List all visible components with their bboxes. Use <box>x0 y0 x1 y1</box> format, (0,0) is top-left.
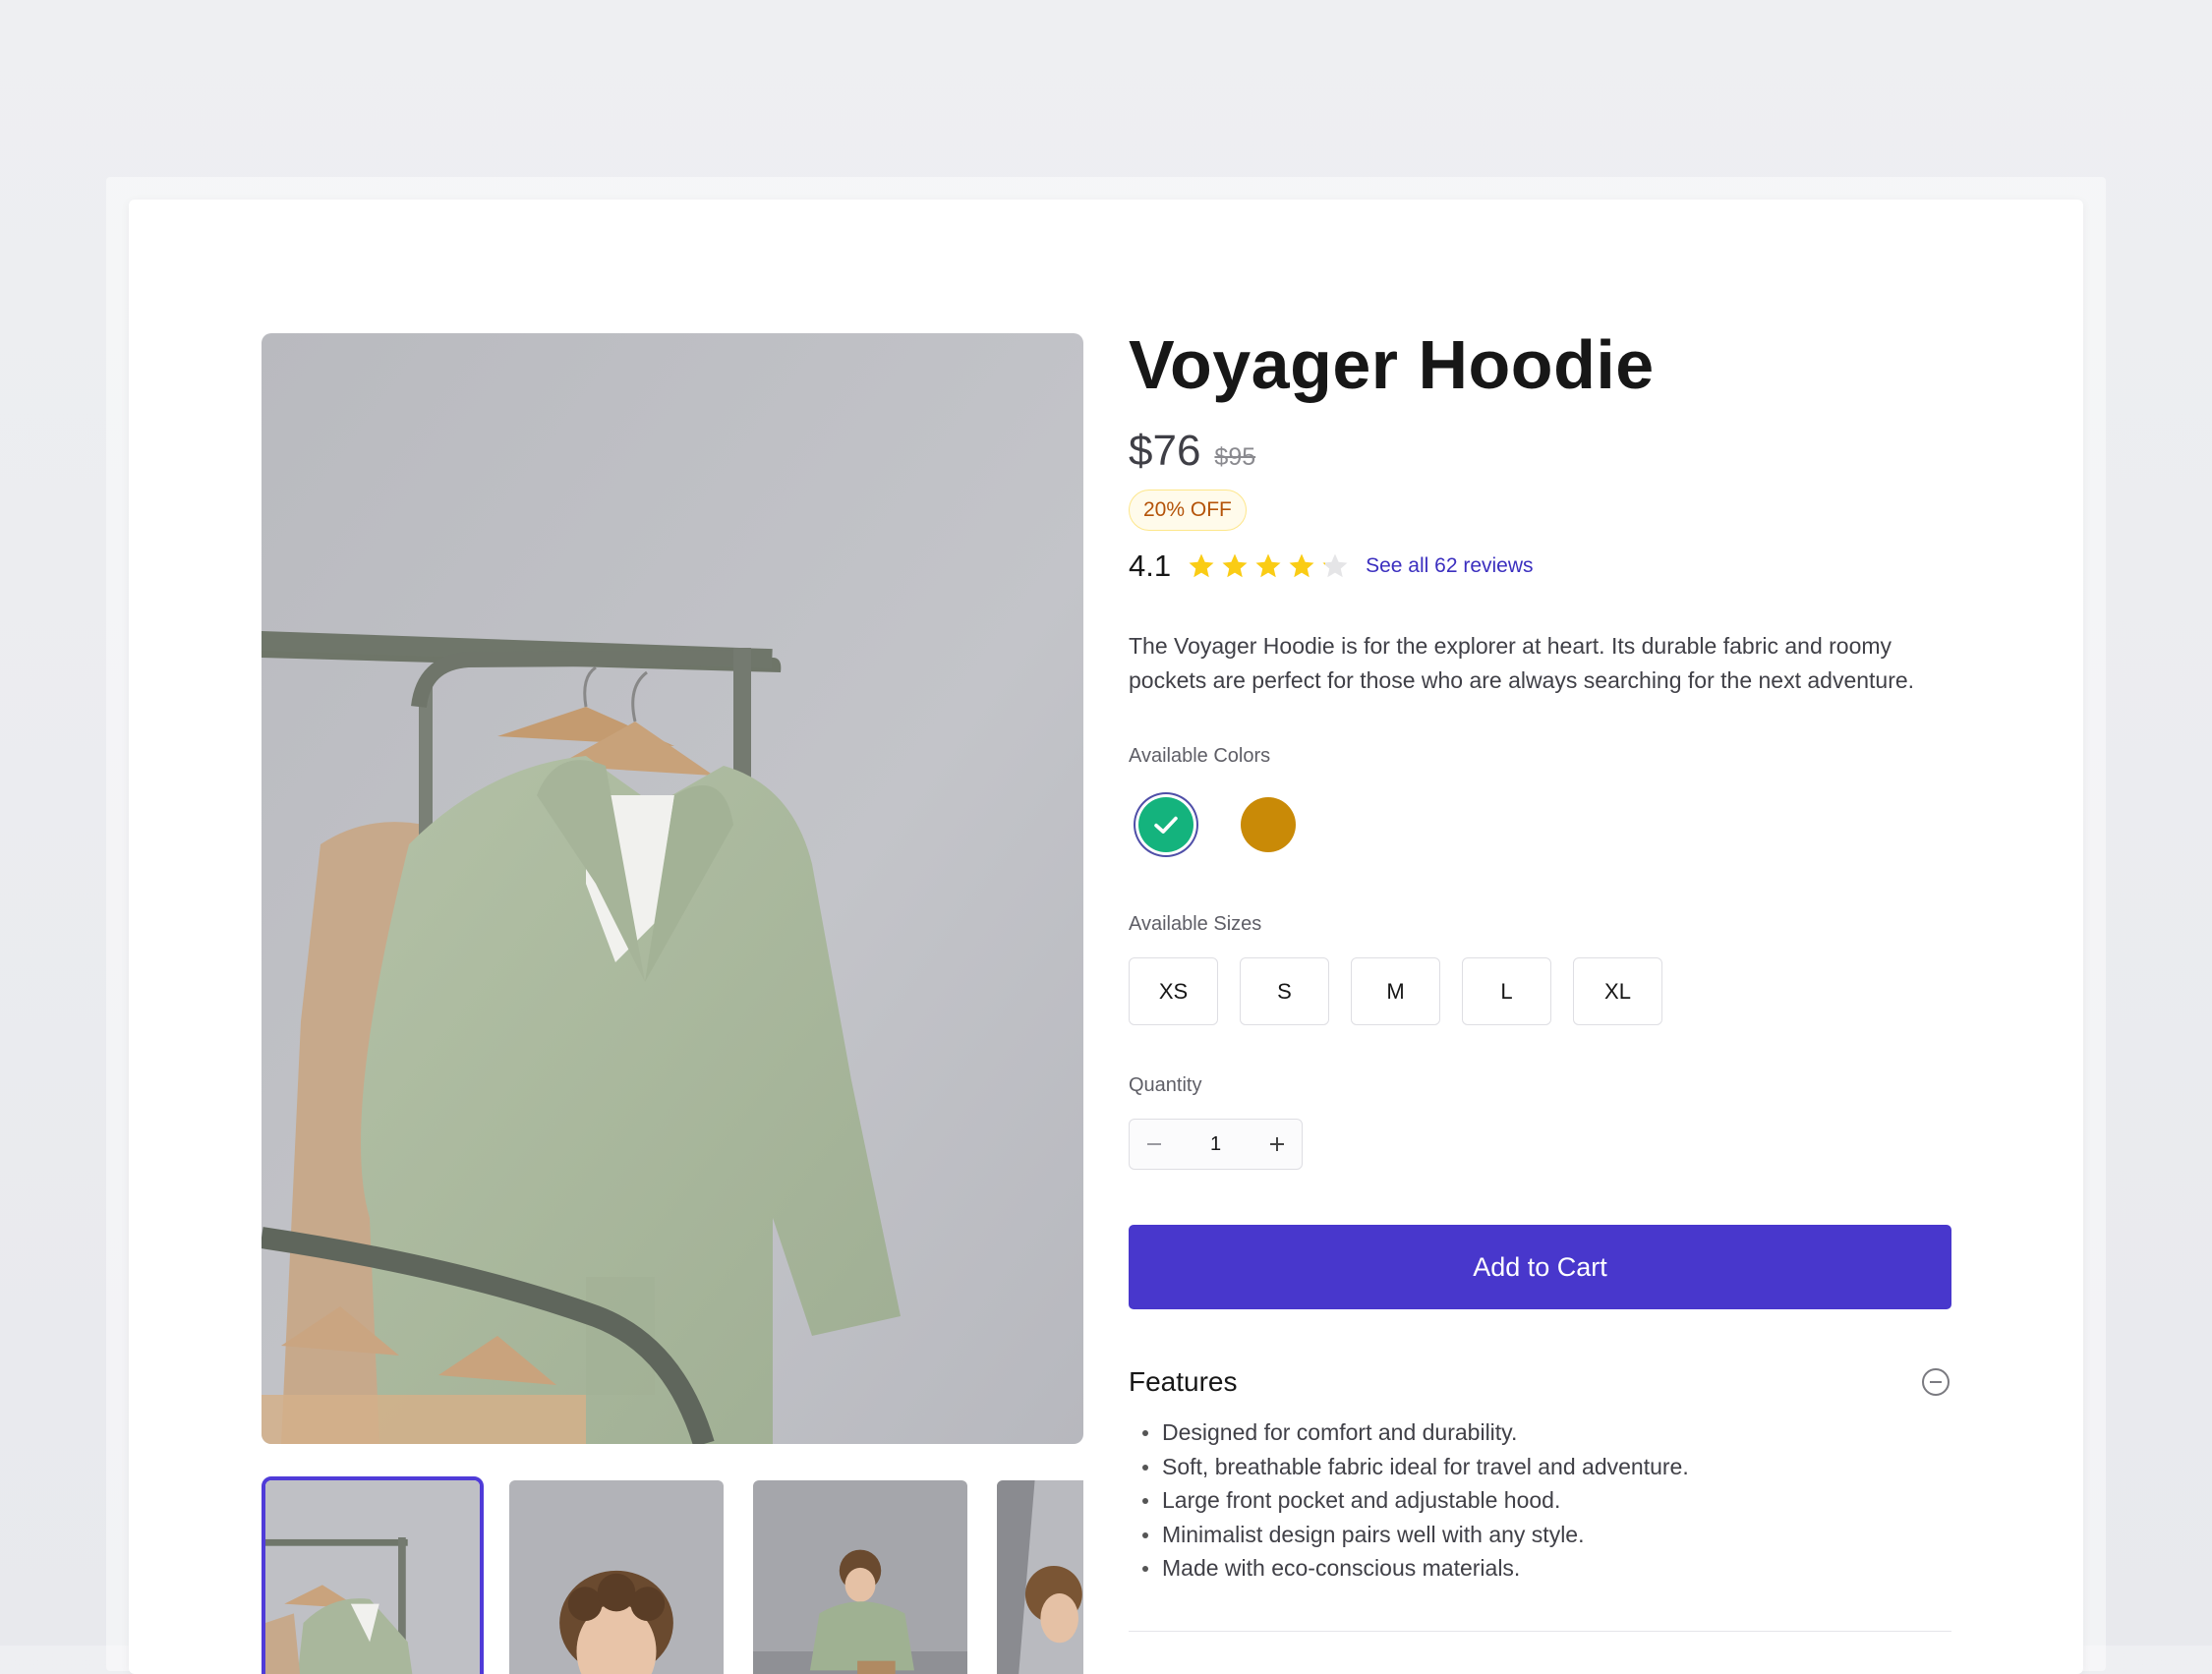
size-button-xl[interactable]: XL <box>1573 957 1662 1025</box>
thumbnail-strip <box>262 1476 1083 1674</box>
feature-item: Designed for comfort and durability. <box>1129 1415 1951 1450</box>
feature-item: Made with eco-conscious materials. <box>1129 1551 1951 1586</box>
see-all-reviews-link[interactable]: See all 62 reviews <box>1366 554 1533 578</box>
size-options: XS S M L XL <box>1129 957 1954 1025</box>
thumbnail-model-side[interactable] <box>993 1476 1083 1674</box>
size-button-s[interactable]: S <box>1240 957 1329 1025</box>
check-icon <box>1154 816 1178 834</box>
product-card: Voyager Hoodie $76 $95 20% OFF 4.1 See a… <box>129 200 2083 1674</box>
minus-icon[interactable] <box>1143 1130 1165 1158</box>
product-description: The Voyager Hoodie is for the explorer a… <box>1129 633 1915 693</box>
features-list: Designed for comfort and durability. Sof… <box>1129 1415 1951 1586</box>
feature-item: Large front pocket and adjustable hood. <box>1129 1483 1951 1518</box>
feature-item: Soft, breathable fabric ideal for travel… <box>1129 1450 1951 1484</box>
thumbnail-model-face[interactable] <box>505 1476 728 1674</box>
price-row: $76 $95 <box>1129 427 1954 476</box>
size-button-xs[interactable]: XS <box>1129 957 1218 1025</box>
current-price: $76 <box>1129 427 1201 475</box>
add-to-cart-button[interactable]: Add to Cart <box>1129 1225 1951 1309</box>
thumbnail-image <box>997 1480 1083 1674</box>
product-title: Voyager Hoodie <box>1129 326 1655 403</box>
star-icon <box>1255 553 1281 578</box>
thumbnail-image <box>509 1480 724 1674</box>
collapse-minus-icon[interactable] <box>1920 1366 1951 1398</box>
thumbnail-hoodie-rack[interactable] <box>262 1476 484 1674</box>
size-button-m[interactable]: M <box>1351 957 1440 1025</box>
rating-row: 4.1 See all 62 reviews <box>1129 548 1954 584</box>
color-swatches <box>1129 797 1954 852</box>
sizes-label: Available Sizes <box>1129 913 1262 935</box>
star-icon <box>1289 553 1314 578</box>
features-divider <box>1129 1630 1951 1632</box>
star-icon <box>1222 553 1248 578</box>
size-button-l[interactable]: L <box>1462 957 1551 1025</box>
star-rating <box>1187 551 1350 581</box>
star-icon <box>1189 553 1214 578</box>
colors-label: Available Colors <box>1129 745 1271 767</box>
main-product-image[interactable] <box>262 333 1083 1444</box>
product-info: Voyager Hoodie $76 $95 20% OFF 4.1 See a… <box>1129 327 1954 1632</box>
original-price: $95 <box>1214 443 1256 471</box>
quantity-value[interactable]: 1 <box>1210 1133 1221 1156</box>
rating-value: 4.1 <box>1129 548 1172 583</box>
discount-badge: 20% OFF <box>1129 490 1247 531</box>
star-icon <box>1322 553 1348 578</box>
feature-item: Minimalist design pairs well with any st… <box>1129 1518 1951 1552</box>
thumbnail-model-seated[interactable] <box>749 1476 971 1674</box>
features-header[interactable]: Features <box>1129 1366 1951 1398</box>
color-swatch-green[interactable] <box>1138 797 1193 852</box>
quantity-stepper: 1 <box>1129 1119 1303 1170</box>
quantity-label: Quantity <box>1129 1074 1202 1096</box>
thumbnail-image <box>753 1480 967 1674</box>
plus-icon[interactable] <box>1266 1130 1288 1158</box>
features-title: Features <box>1129 1366 1238 1397</box>
features-section: Features Designed for comfort and durabi… <box>1129 1366 1951 1632</box>
color-swatch-ochre[interactable] <box>1241 797 1296 852</box>
thumbnail-image <box>265 1480 480 1674</box>
hoodie-photo <box>262 333 1083 1444</box>
